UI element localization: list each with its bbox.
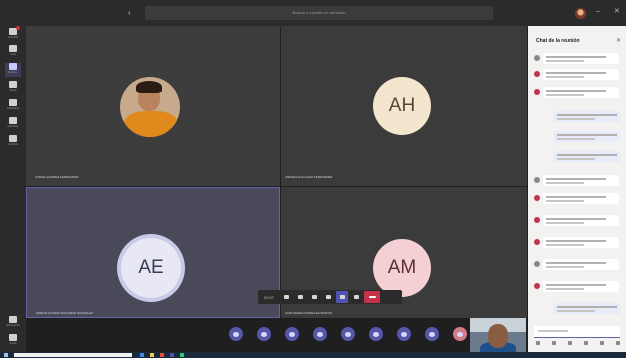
close-icon[interactable]: ✕ [616, 37, 621, 44]
mic-icon[interactable] [294, 291, 306, 303]
participant-photo [120, 77, 180, 137]
chat-title: Chat de la reunión [536, 38, 580, 44]
emoji-icon[interactable] [568, 341, 572, 345]
self-video[interactable] [470, 318, 526, 352]
chat-message-own [534, 110, 620, 124]
rail-item-label: Aplicaciones [5, 324, 21, 327]
rail-item-label: Equipos [8, 71, 18, 74]
call-controls: 00:57 [258, 290, 402, 304]
rail-item-label: Chat [10, 53, 16, 56]
chat-icon[interactable] [336, 291, 348, 303]
window-controls[interactable]: – ✕ [596, 7, 626, 15]
help-icon [9, 334, 17, 341]
participant-bubble[interactable] [257, 327, 271, 341]
participant-name: JORGE ALVAREZ FERNANDEZ [35, 175, 79, 179]
chat-message-own [534, 130, 620, 144]
rail-item-chat[interactable]: Chat [5, 45, 21, 59]
participant-bubble[interactable] [229, 327, 243, 341]
chat-input-placeholder [538, 330, 568, 332]
rail-item-calls[interactable]: Llamadas [5, 117, 21, 131]
apps-icon [9, 316, 17, 323]
participant-avatar: AH [373, 77, 431, 135]
search-input[interactable]: Buscar o escribir un comando [145, 6, 493, 20]
format-icon[interactable] [536, 341, 540, 345]
rail-item-label: Ayuda [9, 342, 17, 345]
share-icon[interactable] [308, 291, 320, 303]
taskbar-app-icon[interactable] [140, 353, 144, 357]
send-icon[interactable] [616, 341, 620, 345]
chat-message [534, 192, 620, 206]
meeting-chat-panel: Chat de la reunión ✕ [528, 26, 626, 352]
sticker-icon[interactable] [600, 341, 604, 345]
tasks-icon [9, 81, 17, 88]
app-rail: Actividad Chat Equipos Tareas Calendario… [0, 26, 26, 352]
participant-name: ALBA MARIA GONZALEZ MARTIN [285, 311, 332, 315]
rail-item-label: Actividad [7, 36, 19, 39]
chat-message-own [534, 302, 620, 316]
participant-bubble[interactable] [453, 327, 467, 341]
camera-icon[interactable] [280, 291, 292, 303]
video-tile[interactable]: JORGE ALVAREZ FERNANDEZ [26, 26, 280, 186]
more-icon: ... [11, 154, 15, 157]
rail-item-label: Calendario [6, 107, 20, 110]
chevron-left-icon[interactable]: ‹ [128, 8, 131, 17]
participant-bubble[interactable] [341, 327, 355, 341]
participant-bubble[interactable] [397, 327, 411, 341]
chat-message [534, 86, 620, 100]
chat-message [534, 174, 620, 188]
rail-item-label: Llamadas [7, 125, 19, 128]
chat-icon [9, 45, 17, 52]
phone-icon [9, 117, 17, 124]
taskbar-app-icon[interactable] [180, 353, 184, 357]
participants-icon[interactable] [350, 291, 362, 303]
taskbar-app-icon[interactable] [160, 353, 164, 357]
chat-message [534, 258, 620, 272]
rail-item-help[interactable]: Ayuda [5, 334, 21, 348]
rail-item-calendar[interactable]: Calendario [5, 99, 21, 113]
rail-item-more[interactable]: ... [5, 153, 21, 167]
participant-avatar: AE [121, 238, 181, 298]
video-tile-speaking[interactable]: AE ADRIAN ALONSO ESCOBAR GONZALEZ [26, 187, 280, 318]
rail-item-activity[interactable]: Actividad [5, 26, 21, 42]
rail-item-teams[interactable]: Equipos [5, 63, 21, 77]
participant-bubble[interactable] [425, 327, 439, 341]
gif-icon[interactable] [584, 341, 588, 345]
title-bar: ‹ Buscar o escribir un comando – ✕ [0, 0, 626, 26]
windows-start-icon[interactable] [4, 353, 8, 357]
user-avatar[interactable] [575, 8, 586, 19]
calendar-icon [9, 99, 17, 106]
taskbar-app-icon[interactable] [170, 353, 174, 357]
chat-message [534, 52, 620, 66]
chat-message [534, 214, 620, 228]
participant-name: ADRIAN ALONSO ESCOBAR GONZALEZ [36, 311, 94, 315]
chat-message [534, 68, 620, 82]
chat-message [534, 280, 620, 294]
participant-avatar: AM [373, 239, 431, 297]
notification-badge [16, 26, 20, 30]
more-icon[interactable] [322, 291, 334, 303]
rail-item-apps[interactable]: Aplicaciones [5, 316, 21, 330]
teams-icon [9, 63, 17, 70]
call-timer: 00:57 [263, 294, 274, 300]
hang-up-icon[interactable] [364, 291, 380, 303]
os-taskbar [0, 352, 626, 358]
participant-bubble[interactable] [313, 327, 327, 341]
chat-toolbar [536, 341, 620, 345]
taskbar-app-icon[interactable] [150, 353, 154, 357]
rail-item-files[interactable]: Archivos [5, 135, 21, 149]
taskbar-search[interactable] [14, 353, 132, 357]
rail-item-label: Tareas [9, 89, 17, 92]
participant-name: ANDREA HOLGADO FERNANDEZ [285, 175, 333, 179]
rail-item-tasks[interactable]: Tareas [5, 81, 21, 95]
files-icon [9, 135, 17, 142]
chat-message [534, 236, 620, 250]
rail-item-label: Archivos [8, 143, 18, 146]
video-tile[interactable]: AH ANDREA HOLGADO FERNANDEZ [281, 26, 527, 186]
participant-bubble[interactable] [369, 327, 383, 341]
attach-icon[interactable] [552, 341, 556, 345]
chat-message-own [534, 150, 620, 164]
chat-message-input[interactable] [534, 326, 620, 338]
participant-bubble[interactable] [285, 327, 299, 341]
